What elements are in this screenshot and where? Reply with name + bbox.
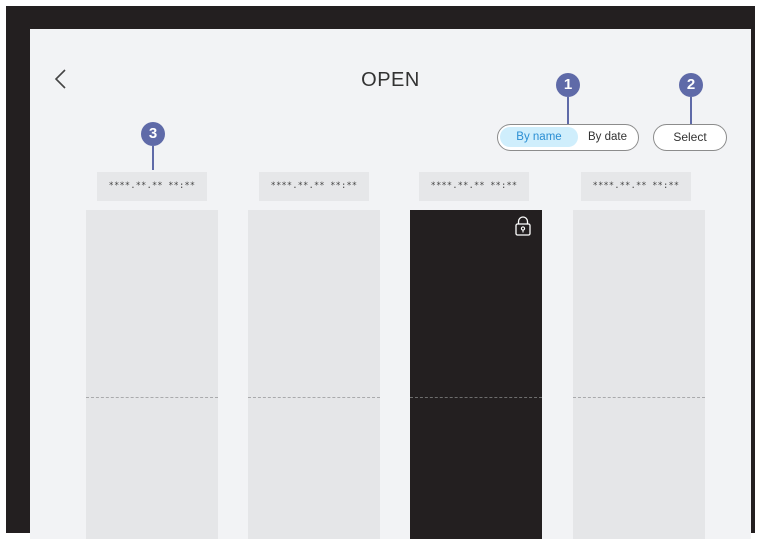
sort-by-name-button[interactable]: By name (500, 127, 578, 147)
select-button[interactable]: Select (653, 124, 727, 151)
page-divider (248, 397, 380, 398)
display-bezel: OPEN 1 2 3 By name By date Select ****.*… (6, 6, 755, 539)
callout-line-2 (690, 97, 692, 124)
page-thumbnail[interactable] (573, 210, 705, 539)
page-divider (86, 397, 218, 398)
callout-line-3 (152, 146, 154, 170)
page-date-label: ****.**.** **:** (259, 172, 369, 201)
page-divider (410, 397, 542, 398)
page-thumbnail[interactable] (248, 210, 380, 539)
callout-line-1 (567, 97, 569, 124)
page-thumbnail[interactable] (86, 210, 218, 539)
callout-badge-2: 2 (679, 73, 703, 97)
sort-by-date-button[interactable]: By date (580, 127, 635, 147)
page-thumbnail-locked[interactable] (410, 210, 542, 539)
page-date-label: ****.**.** **:** (97, 172, 207, 201)
page-date-label: ****.**.** **:** (419, 172, 529, 201)
callout-badge-1: 1 (556, 73, 580, 97)
sort-toggle: By name By date (497, 124, 639, 151)
callout-badge-3: 3 (141, 122, 165, 146)
open-screen: OPEN 1 2 3 By name By date Select ****.*… (30, 29, 751, 539)
lock-icon (514, 215, 532, 237)
page-date-label: ****.**.** **:** (581, 172, 691, 201)
page-title: OPEN (361, 69, 420, 91)
page-divider (573, 397, 705, 398)
